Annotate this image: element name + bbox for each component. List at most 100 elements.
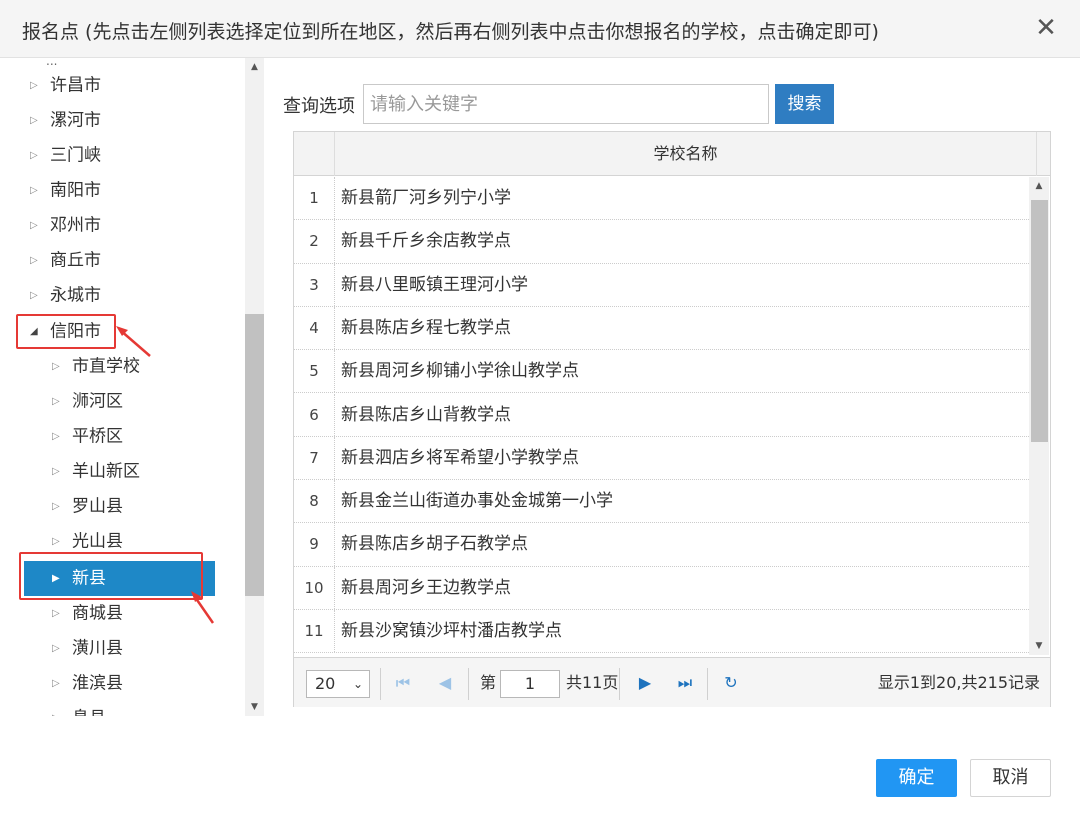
chevron-right-icon: ▷ bbox=[52, 431, 60, 442]
confirm-button[interactable]: 确定 bbox=[876, 759, 957, 797]
tree-item-xixian[interactable]: ▷ 息县 bbox=[52, 701, 106, 717]
tree-item-xuchang[interactable]: ▷ 许昌市 bbox=[30, 68, 101, 103]
tree-item-label: 许昌市 bbox=[50, 75, 101, 96]
pager-divider bbox=[707, 668, 708, 700]
tree-item-pingqiao[interactable]: ▷ 平桥区 bbox=[52, 419, 123, 454]
table-row[interactable]: 8 新县金兰山街道办事处金城第一小学 bbox=[294, 480, 1029, 524]
prev-page-icon[interactable]: ◀ bbox=[434, 672, 456, 694]
dialog-titlebar: 报名点 (先点击左侧列表选择定位到所在地区，然后再右侧列表中点击你想报名的学校，… bbox=[0, 0, 1080, 58]
tree-item-label: 商城县 bbox=[72, 603, 123, 624]
table-row[interactable]: 3 新县八里畈镇王理河小学 bbox=[294, 263, 1029, 307]
page-size-select[interactable]: 20 ⌄ bbox=[306, 670, 370, 698]
tree-item-label: 邓州市 bbox=[50, 215, 101, 236]
row-number: 7 bbox=[294, 436, 335, 480]
tree-item-luoshan[interactable]: ▷ 罗山县 bbox=[52, 489, 123, 524]
chevron-right-icon: ▷ bbox=[30, 115, 38, 126]
table-row[interactable]: 6 新县陈店乡山背教学点 bbox=[294, 393, 1029, 437]
tree-item-shangcheng[interactable]: ▷ 商城县 bbox=[52, 596, 123, 631]
school-name: 新县陈店乡程七教学点 bbox=[341, 317, 511, 338]
annotation-box-xinxian bbox=[19, 552, 203, 600]
row-number: 8 bbox=[294, 480, 335, 523]
school-name: 新县泗店乡将军希望小学教学点 bbox=[341, 447, 579, 468]
scrollbar-thumb[interactable] bbox=[1031, 200, 1048, 442]
page-size-value: 20 bbox=[315, 674, 336, 693]
chevron-right-icon: ▷ bbox=[52, 466, 60, 477]
row-number: 3 bbox=[294, 263, 335, 306]
chevron-right-icon: ▷ bbox=[52, 643, 60, 654]
scroll-down-icon[interactable]: ▼ bbox=[245, 698, 264, 716]
scroll-up-icon[interactable]: ▲ bbox=[245, 58, 264, 76]
tree-item-sanmenxia[interactable]: ▷ 三门峡 bbox=[30, 138, 101, 173]
page-prefix: 第 bbox=[480, 673, 497, 692]
school-name: 新县周河乡柳铺小学徐山教学点 bbox=[341, 361, 579, 382]
table-row[interactable]: 7 新县泗店乡将军希望小学教学点 bbox=[294, 436, 1029, 481]
close-icon[interactable]: ✕ bbox=[1032, 14, 1060, 42]
next-page-icon[interactable]: ▶ bbox=[634, 672, 656, 694]
chevron-right-icon: ▷ bbox=[30, 220, 38, 231]
page-number-input[interactable]: 1 bbox=[500, 670, 560, 698]
grid-header: 学校名称 bbox=[294, 132, 1050, 176]
annotation-arrow-icon bbox=[116, 326, 151, 357]
pager-divider bbox=[468, 668, 469, 700]
cancel-button[interactable]: 取消 bbox=[970, 759, 1051, 797]
table-row[interactable]: 5 新县周河乡柳铺小学徐山教学点 bbox=[294, 350, 1029, 394]
last-page-icon[interactable]: ⏭ bbox=[674, 672, 696, 694]
tree-item-label: 浉河区 bbox=[72, 391, 123, 412]
tree-item-luohe[interactable]: ▷ 漯河市 bbox=[30, 103, 101, 138]
school-name: 新县金兰山街道办事处金城第一小学 bbox=[341, 491, 613, 512]
tree-item-label: 息县 bbox=[72, 709, 106, 717]
column-header-school-name[interactable]: 学校名称 bbox=[335, 132, 1037, 176]
tree-item-label: 平桥区 bbox=[72, 426, 123, 447]
refresh-icon[interactable]: ↻ bbox=[720, 672, 742, 694]
scroll-up-icon[interactable]: ▲ bbox=[1029, 177, 1049, 195]
table-row[interactable]: 11 新县沙窝镇沙坪村潘店教学点 bbox=[294, 610, 1029, 654]
tree-item-label: 漯河市 bbox=[50, 110, 101, 131]
school-name: 新县陈店乡山背教学点 bbox=[341, 404, 511, 425]
table-row[interactable]: 2 新县千斤乡余店教学点 bbox=[294, 220, 1029, 264]
row-number: 2 bbox=[294, 220, 335, 263]
annotation-arrow-icon bbox=[191, 591, 215, 624]
tree-item-yangshan[interactable]: ▷ 羊山新区 bbox=[52, 454, 140, 489]
table-row[interactable]: 1 新县箭厂河乡列宁小学 bbox=[294, 177, 1029, 221]
scroll-down-icon[interactable]: ▼ bbox=[1029, 637, 1049, 655]
search-input[interactable] bbox=[363, 84, 769, 124]
table-row[interactable]: 10 新县周河乡王边教学点 bbox=[294, 566, 1029, 610]
tree-scrollbar[interactable]: ▲ ▼ bbox=[245, 58, 264, 716]
tree-item-shangqiu[interactable]: ▷ 商丘市 bbox=[30, 243, 101, 278]
table-row[interactable]: 4 新县陈店乡程七教学点 bbox=[294, 306, 1029, 351]
dialog-title: 报名点 (先点击左侧列表选择定位到所在地区，然后再右侧列表中点击你想报名的学校，… bbox=[22, 21, 879, 43]
pager-divider bbox=[619, 668, 620, 700]
chevron-right-icon: ▷ bbox=[52, 501, 60, 512]
table-row[interactable]: 9 新县陈店乡胡子石教学点 bbox=[294, 523, 1029, 567]
tree-item-yongcheng[interactable]: ▷ 永城市 bbox=[30, 278, 101, 313]
select-school-dialog: 报名点 (先点击左侧列表选择定位到所在地区，然后再右侧列表中点击你想报名的学校，… bbox=[0, 0, 1080, 813]
chevron-right-icon: ▷ bbox=[52, 396, 60, 407]
search-button[interactable]: 搜索 bbox=[775, 84, 834, 124]
tree-item-label: 淮滨县 bbox=[72, 673, 123, 694]
tree-item-shihe[interactable]: ▷ 浉河区 bbox=[52, 384, 123, 419]
tree-item-label: 光山县 bbox=[72, 531, 123, 552]
chevron-down-icon: ⌄ bbox=[352, 677, 363, 691]
row-number: 11 bbox=[294, 610, 335, 653]
first-page-icon[interactable]: ⏮ bbox=[392, 672, 414, 694]
school-name: 新县千斤乡余店教学点 bbox=[341, 231, 511, 252]
school-name: 新县陈店乡胡子石教学点 bbox=[341, 534, 528, 555]
scrollbar-thumb[interactable] bbox=[245, 314, 264, 596]
tree-item-huangchuan[interactable]: ▷ 潢川县 bbox=[52, 631, 123, 666]
tree-item-dengzhou[interactable]: ▷ 邓州市 bbox=[30, 208, 101, 243]
row-number: 6 bbox=[294, 393, 335, 436]
region-tree: ... ▷ 许昌市 ▷ 漯河市 ▷ 三门峡 ▷ 南阳市 ▷ 邓州市 ▷ 商丘市 ▷ 永城市 ◢… bbox=[0, 58, 265, 716]
grid-scrollbar[interactable]: ▲ ▼ bbox=[1029, 177, 1049, 655]
chevron-right-icon: ▷ bbox=[30, 185, 38, 196]
chevron-right-icon: ▷ bbox=[52, 361, 60, 372]
row-number: 9 bbox=[294, 523, 335, 566]
grid-body: 1 新县箭厂河乡列宁小学 2 新县千斤乡余店教学点 3 新县八里畈镇王理河小学 4 新县… bbox=[294, 177, 1050, 655]
tree-item-huaibin[interactable]: ▷ 淮滨县 bbox=[52, 666, 123, 701]
records-summary: 显示1到20,共215记录 bbox=[877, 673, 1040, 692]
row-number-header bbox=[294, 132, 335, 176]
tree-item-nanyang[interactable]: ▷ 南阳市 bbox=[30, 173, 101, 208]
school-name: 新县八里畈镇王理河小学 bbox=[341, 274, 528, 295]
query-label: 查询选项 bbox=[283, 96, 355, 117]
chevron-right-icon: ▷ bbox=[52, 678, 60, 689]
school-name: 新县周河乡王边教学点 bbox=[341, 577, 511, 598]
